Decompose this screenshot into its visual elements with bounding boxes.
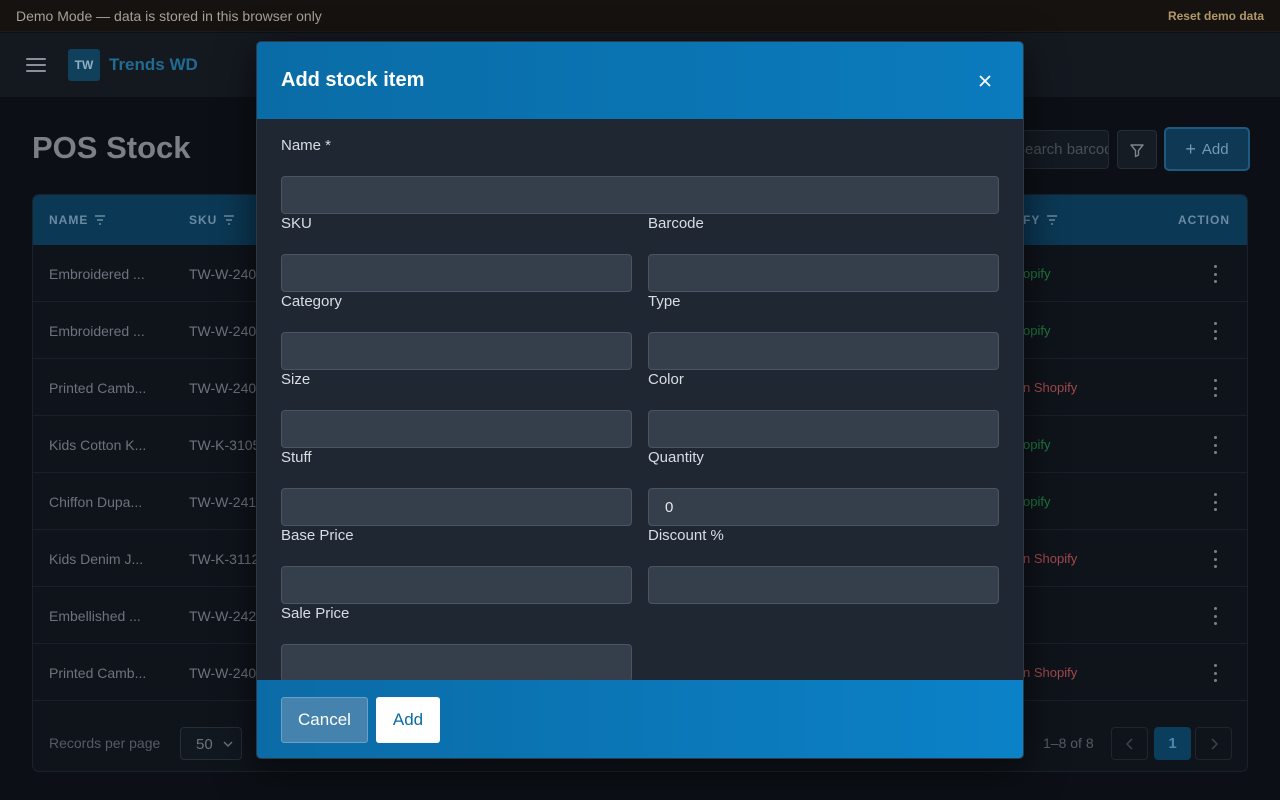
quantity-field: Quantity <box>648 449 999 526</box>
add-submit-button[interactable]: Add <box>376 697 440 743</box>
add-stock-modal: Add stock item Name * SKU Barcode Catego… <box>256 41 1024 759</box>
base-price-input[interactable] <box>281 566 632 604</box>
close-button[interactable] <box>971 67 999 95</box>
barcode-label: Barcode <box>648 215 704 232</box>
name-input[interactable] <box>281 176 999 214</box>
cancel-button[interactable]: Cancel <box>281 697 368 743</box>
category-input[interactable] <box>281 332 632 370</box>
stuff-label: Stuff <box>281 449 312 466</box>
sale-price-label: Sale Price <box>281 605 350 622</box>
type-label: Type <box>648 293 681 310</box>
barcode-input[interactable] <box>648 254 999 292</box>
discount-label: Discount % <box>648 527 724 544</box>
color-label: Color <box>648 371 684 388</box>
color-field: Color <box>648 371 999 448</box>
type-field: Type <box>648 293 999 370</box>
sku-input[interactable] <box>281 254 632 292</box>
discount-field: Discount % <box>648 527 999 604</box>
modal-body: Name * SKU Barcode Category Type Size Co… <box>257 119 1023 682</box>
category-label: Category <box>281 293 342 310</box>
size-input[interactable] <box>281 410 632 448</box>
quantity-label: Quantity <box>648 449 704 466</box>
size-field: Size <box>281 371 632 448</box>
sale-price-field: Sale Price <box>281 605 632 682</box>
base-price-field: Base Price <box>281 527 632 604</box>
discount-input[interactable] <box>648 566 999 604</box>
name-field: Name * <box>281 137 999 214</box>
modal-header: Add stock item <box>257 42 1023 119</box>
sale-price-input[interactable] <box>281 644 632 682</box>
sku-field: SKU <box>281 215 632 292</box>
modal-title: Add stock item <box>281 69 425 91</box>
category-field: Category <box>281 293 632 370</box>
sku-label: SKU <box>281 215 312 232</box>
base-price-label: Base Price <box>281 527 354 544</box>
modal-footer: Cancel Add <box>257 680 1023 758</box>
name-label: Name * <box>281 137 332 154</box>
stuff-input[interactable] <box>281 488 632 526</box>
barcode-field: Barcode <box>648 215 999 292</box>
size-label: Size <box>281 371 311 388</box>
stuff-field: Stuff <box>281 449 632 526</box>
close-icon <box>979 74 991 87</box>
color-input[interactable] <box>648 410 999 448</box>
quantity-input[interactable] <box>648 488 999 526</box>
type-input[interactable] <box>648 332 999 370</box>
